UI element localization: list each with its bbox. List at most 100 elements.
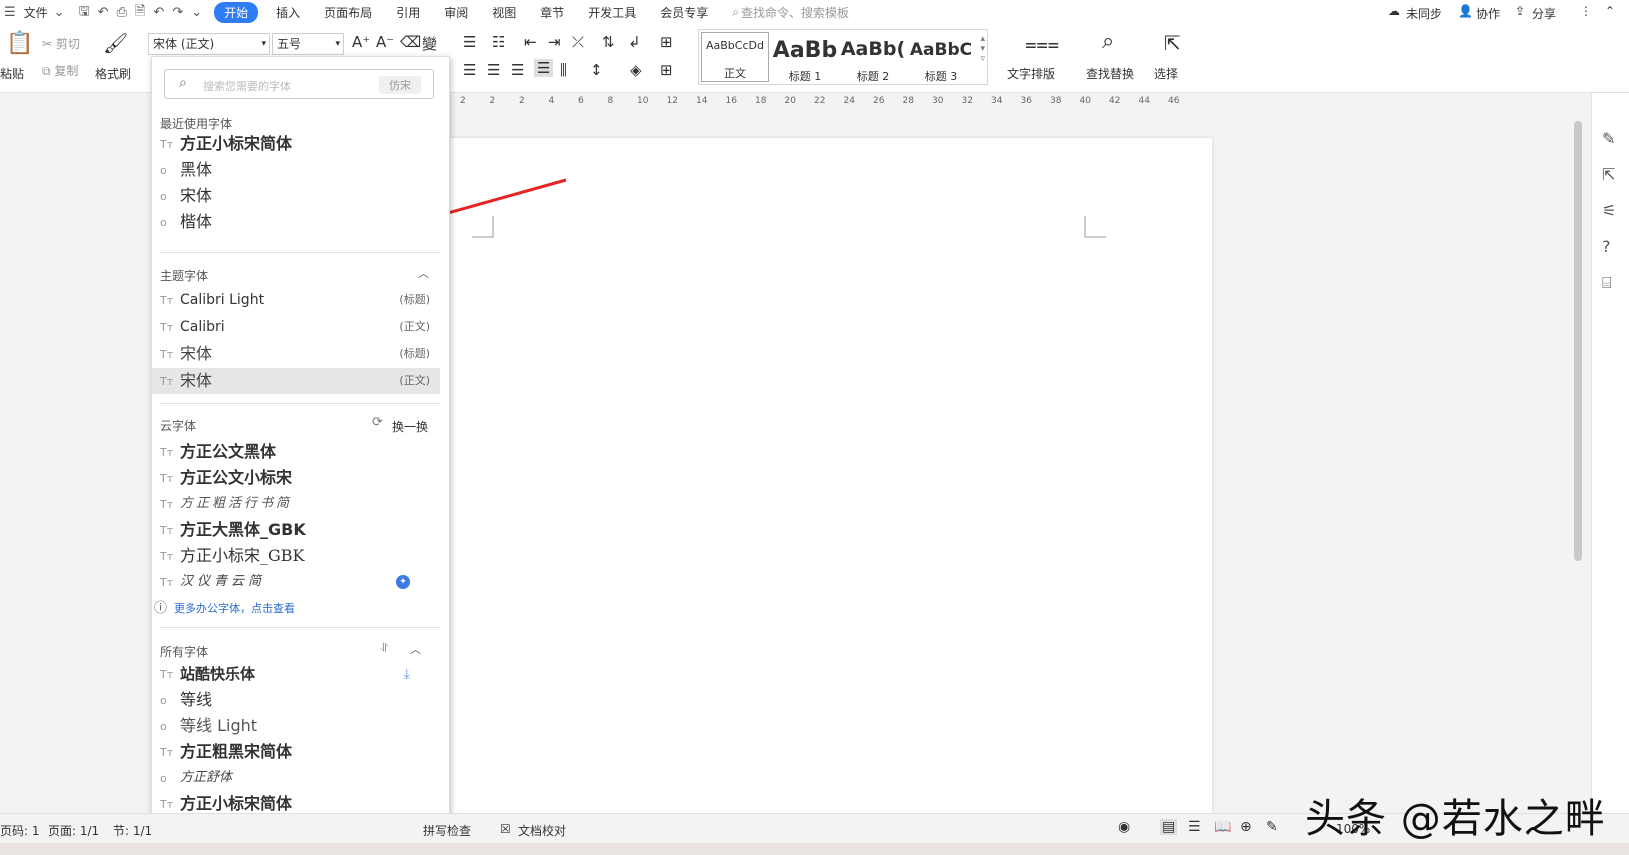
distribute-icon[interactable]: ⫼ (560, 61, 567, 79)
scroll-thumb[interactable] (1574, 121, 1582, 561)
tab-member[interactable]: 会员专享 (660, 4, 708, 21)
collapse-icon[interactable]: ︿ (410, 641, 421, 657)
collab-icon[interactable]: 👤 (1458, 4, 1473, 18)
outline-view-icon[interactable]: ☰ (1188, 819, 1201, 835)
refresh-icon[interactable]: ⟳ (372, 415, 383, 430)
sort-icon[interactable]: ⥯ (380, 641, 389, 656)
font-item[interactable]: o 等线 (152, 687, 440, 713)
chevron-down-icon[interactable]: ⌄ (54, 5, 65, 20)
vertical-scrollbar[interactable] (1568, 93, 1590, 813)
font-item[interactable]: Tт 方正粗黑宋简体 (152, 739, 440, 765)
format-painter-button[interactable]: 格式刷 (95, 65, 131, 82)
numbered-list-icon[interactable]: ☷ (492, 33, 505, 51)
redo-icon[interactable]: ↷ (172, 5, 183, 20)
customize-icon[interactable]: ⌄ (191, 5, 202, 20)
text-layout-icon[interactable]: ⩶ (1025, 31, 1059, 55)
cloud-refresh-button[interactable]: 换一换 (392, 418, 428, 435)
share-icon[interactable]: ⇪ (1515, 4, 1525, 18)
font-item[interactable]: Tт Calibri Light (标题) (152, 287, 440, 313)
indent-icon[interactable]: ⇥ (548, 33, 561, 51)
font-size-select[interactable]: 五号 ▾ (272, 33, 344, 55)
print-preview-icon[interactable]: 🗎 (135, 2, 145, 24)
font-item[interactable]: Tт 方正大黑体_GBK (152, 517, 440, 543)
page-view-icon[interactable]: ▤ (1160, 819, 1178, 835)
align-center-icon[interactable]: ☰ (487, 61, 500, 79)
font-item[interactable]: Tт 方正小标宋_GBK (152, 543, 440, 569)
outdent-icon[interactable]: ⇤ (524, 33, 537, 51)
copy-button[interactable]: ⧉ 复制 (42, 62, 78, 79)
doc-check-icon[interactable]: ☒ (500, 822, 511, 836)
command-search[interactable]: 查找命令、搜索模板 (741, 4, 849, 21)
menu-file[interactable]: 文件 (24, 4, 48, 21)
font-item[interactable]: o 宋体 (152, 183, 440, 209)
undo-icon[interactable]: ↶ (153, 5, 164, 20)
pen-icon[interactable]: ✎ (1266, 819, 1278, 835)
tab-references[interactable]: 引用 (396, 4, 420, 21)
paste-icon[interactable]: 📋 (6, 31, 33, 56)
tab-chapter[interactable]: 章节 (540, 4, 564, 21)
tab-start[interactable]: 开始 (214, 2, 259, 23)
font-name-select[interactable]: 宋体 (正文) ▾ (148, 33, 270, 55)
font-item[interactable]: Tт 方正公文小标宋 (152, 465, 440, 491)
show-marks-icon[interactable]: ↲ (628, 33, 641, 51)
font-search-input[interactable]: ⌕ 搜索您需要的字体 仿宋 (164, 69, 434, 99)
save-icon[interactable]: 🖫 (79, 2, 90, 24)
select-button[interactable]: 选择 (1154, 65, 1178, 82)
horizontal-ruler[interactable]: 2 2 2 4 6 8 10 12 14 16 18 20 22 24 26 28 30 32 34 36 38 40 42… (440, 93, 1200, 111)
font-item[interactable]: Tт 方正粗活行书简 (152, 491, 440, 517)
tab-view[interactable]: 视图 (492, 4, 516, 21)
font-item[interactable]: o 等线 Light (152, 713, 440, 739)
hamburger-icon[interactable]: ☰ (4, 5, 16, 20)
section-count[interactable]: 节: 1/1 (113, 822, 152, 839)
collab-button[interactable]: 协作 (1476, 5, 1500, 22)
page-code[interactable]: 页码: 1 (0, 822, 40, 839)
sync-status[interactable]: 未同步 (1406, 5, 1442, 22)
style-heading-1[interactable]: AaBb 标题 1 (771, 38, 839, 84)
archive-icon[interactable]: ⌸ (1602, 273, 1612, 293)
style-heading-2[interactable]: AaBb( 标题 2 (839, 38, 907, 84)
font-item[interactable]: Tт 站酷快乐体 ⤓ (152, 661, 440, 687)
font-item[interactable]: o 方正舒体 (152, 765, 440, 791)
tab-review[interactable]: 审阅 (444, 4, 468, 21)
phonetic-icon[interactable]: 變 (422, 33, 437, 54)
font-item[interactable]: Tт 宋体 (标题) (152, 341, 440, 367)
bullet-list-icon[interactable]: ☰ (463, 33, 476, 51)
collapse-icon[interactable]: ︿ (418, 265, 429, 281)
shrink-font-icon[interactable]: A⁻ (376, 33, 394, 51)
font-item[interactable]: Tт 方正小标宋简体 (152, 131, 440, 157)
font-item[interactable]: Tт 汉仪青云简 ✦ (152, 569, 440, 595)
style-normal[interactable]: AaBbCcDd 正文 (701, 32, 769, 82)
web-view-icon[interactable]: ⊕ (1240, 819, 1252, 835)
clear-format-icon[interactable]: ⌫ (400, 33, 421, 51)
collapse-ribbon-icon[interactable]: ⌃ (1605, 4, 1615, 18)
tab-layout[interactable]: 页面布局 (324, 4, 372, 21)
more-icon[interactable]: ⋮ (1580, 4, 1592, 18)
text-layout-button[interactable]: 文字排版 (1007, 65, 1055, 82)
align-right-icon[interactable]: ☰ (511, 61, 524, 79)
more-fonts-link[interactable]: 更多办公字体，点击查看 (174, 600, 295, 616)
settings-sliders-icon[interactable]: ⚟ (1602, 201, 1616, 220)
font-search-tag[interactable]: 仿宋 (379, 76, 421, 94)
line-spacing-icon[interactable]: ↕ (590, 61, 603, 79)
font-item[interactable]: o 黑体 (152, 157, 440, 183)
help-icon[interactable]: ? (1602, 237, 1611, 256)
cut-button[interactable]: ✂ 剪切 (42, 35, 80, 52)
select-icon[interactable]: ⇱ (1164, 31, 1181, 55)
spell-check[interactable]: 拼写检查 (423, 822, 471, 839)
reading-view-icon[interactable]: 📖 (1214, 819, 1231, 835)
chinese-layout-icon[interactable]: ⤫ (572, 33, 584, 51)
font-item[interactable]: Tт Calibri (正文) (152, 314, 440, 340)
cursor-icon[interactable]: ⇱ (1602, 165, 1615, 184)
format-painter-icon[interactable]: 🖌 (103, 31, 128, 55)
cloud-sync-icon[interactable]: ☁ (1388, 4, 1400, 18)
doc-check[interactable]: 文档校对 (518, 822, 566, 839)
edit-icon[interactable]: ✎ (1602, 129, 1615, 148)
download-icon[interactable]: ⤓ (404, 661, 410, 687)
print-icon[interactable]: ⎙ (117, 5, 127, 20)
find-replace-icon[interactable]: ⌕ (1102, 29, 1114, 54)
share-button[interactable]: 分享 (1532, 5, 1556, 22)
tab-developer[interactable]: 开发工具 (588, 4, 636, 21)
align-left-icon[interactable]: ☰ (463, 61, 476, 79)
gallery-more-icon[interactable]: ▴ ▾ ▿ (980, 34, 985, 64)
grow-font-icon[interactable]: A⁺ (352, 33, 370, 51)
